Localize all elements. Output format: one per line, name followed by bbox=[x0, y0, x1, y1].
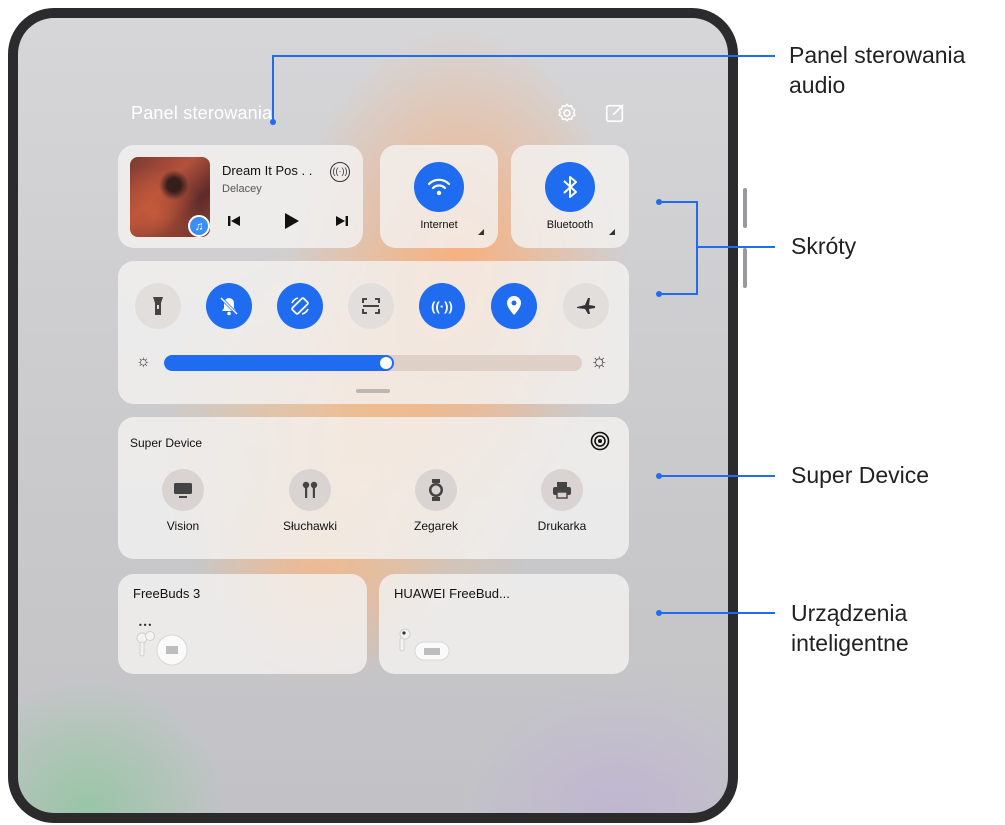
tablet-frame: Panel sterowania ♫ Dream It Pos . . Dela… bbox=[8, 8, 747, 823]
media-card[interactable]: ♫ Dream It Pos . . Delacey ((·)) bbox=[118, 145, 363, 248]
bluetooth-tile[interactable]: Bluetooth bbox=[511, 145, 629, 248]
earbuds-case-icon bbox=[399, 628, 450, 661]
callout-line-super-device bbox=[660, 475, 775, 477]
callout-text-audio: Panel sterowania audio bbox=[789, 42, 966, 98]
device-name: HUAWEI FreeBud... bbox=[394, 586, 510, 601]
play-icon[interactable] bbox=[281, 211, 301, 231]
callout-label-super-device: Super Device bbox=[791, 462, 930, 488]
brightness-slider[interactable] bbox=[164, 355, 582, 371]
expand-corner-icon bbox=[609, 229, 615, 235]
gear-icon[interactable] bbox=[556, 102, 578, 124]
music-app-icon: ♫ bbox=[188, 215, 210, 237]
device-label-watch: Zegarek bbox=[413, 519, 459, 533]
next-icon[interactable] bbox=[334, 213, 350, 229]
earbuds-icon[interactable] bbox=[289, 469, 331, 511]
screen: Panel sterowania ♫ Dream It Pos . . Dela… bbox=[18, 18, 728, 813]
callout-dot-shortcuts-top bbox=[656, 199, 662, 205]
callout-line-shortcuts bbox=[696, 246, 775, 248]
callout-label-shortcuts: Skróty bbox=[791, 233, 857, 259]
printer-icon[interactable] bbox=[541, 469, 583, 511]
callout-line-audio bbox=[272, 55, 775, 57]
callout-dot-super-device bbox=[656, 473, 662, 479]
callout-line-shortcuts-vertical bbox=[696, 201, 698, 295]
device-label-headphones: Słuchawki bbox=[282, 519, 338, 533]
power-button bbox=[743, 248, 747, 288]
watch-icon[interactable] bbox=[415, 469, 457, 511]
artist-name: Delacey bbox=[222, 183, 262, 195]
auto-rotate-icon[interactable] bbox=[277, 283, 323, 329]
scan-icon[interactable] bbox=[348, 283, 394, 329]
panel-title: Panel sterowania bbox=[131, 103, 273, 123]
callout-dot-smart bbox=[656, 610, 662, 616]
svg-text:•••: ••• bbox=[138, 621, 152, 630]
callout-line-shortcuts-bottom bbox=[660, 293, 698, 295]
song-title: Dream It Pos . . bbox=[222, 163, 313, 178]
super-device-card: Super Device Vision Słuchawki Zegarek Dr… bbox=[118, 417, 629, 559]
brightness-fill bbox=[164, 355, 394, 371]
location-icon[interactable] bbox=[491, 283, 537, 329]
previous-icon[interactable] bbox=[226, 213, 242, 229]
callout-dot-shortcuts-bottom bbox=[656, 291, 662, 297]
callout-label-audio: Panel sterowania audio bbox=[789, 40, 1004, 100]
callout-line-shortcuts-top bbox=[660, 201, 698, 203]
brightness-knob[interactable] bbox=[380, 357, 392, 369]
bluetooth-icon bbox=[545, 162, 595, 212]
drag-handle[interactable] bbox=[356, 389, 390, 393]
audio-output-icon[interactable]: ((·)) bbox=[330, 162, 350, 182]
callout-dot-audio bbox=[270, 119, 276, 125]
mute-bell-icon[interactable] bbox=[206, 283, 252, 329]
brightness-low-icon: ☼ bbox=[136, 353, 151, 370]
callout-line-audio-vertical bbox=[272, 55, 274, 123]
wifi-icon bbox=[414, 162, 464, 212]
volume-button bbox=[743, 188, 747, 228]
internet-tile[interactable]: Internet bbox=[380, 145, 498, 248]
tv-icon[interactable] bbox=[162, 469, 204, 511]
huawei-freebuds-card[interactable]: HUAWEI FreeBud... bbox=[379, 574, 629, 674]
device-label-vision: Vision bbox=[166, 519, 200, 533]
super-device-title: Super Device bbox=[130, 436, 203, 450]
shortcuts-card: ((·)) ☼ ☼ bbox=[118, 261, 629, 404]
callout-label-smart: Urządzenia inteligentne bbox=[791, 600, 909, 656]
device-label-printer: Drukarka bbox=[537, 519, 587, 533]
freebuds3-card[interactable]: FreeBuds 3 ••• bbox=[118, 574, 367, 674]
expand-corner-icon bbox=[478, 229, 484, 235]
airplane-icon[interactable] bbox=[563, 283, 609, 329]
edit-icon[interactable] bbox=[604, 102, 626, 124]
flashlight-icon[interactable] bbox=[135, 283, 181, 329]
target-icon[interactable] bbox=[590, 431, 610, 451]
callout-line-smart bbox=[660, 612, 775, 614]
hotspot-icon[interactable]: ((·)) bbox=[419, 283, 465, 329]
brightness-high-icon: ☼ bbox=[590, 350, 609, 372]
earbuds-case-icon: ••• bbox=[136, 621, 188, 666]
device-name: FreeBuds 3 bbox=[133, 586, 201, 601]
